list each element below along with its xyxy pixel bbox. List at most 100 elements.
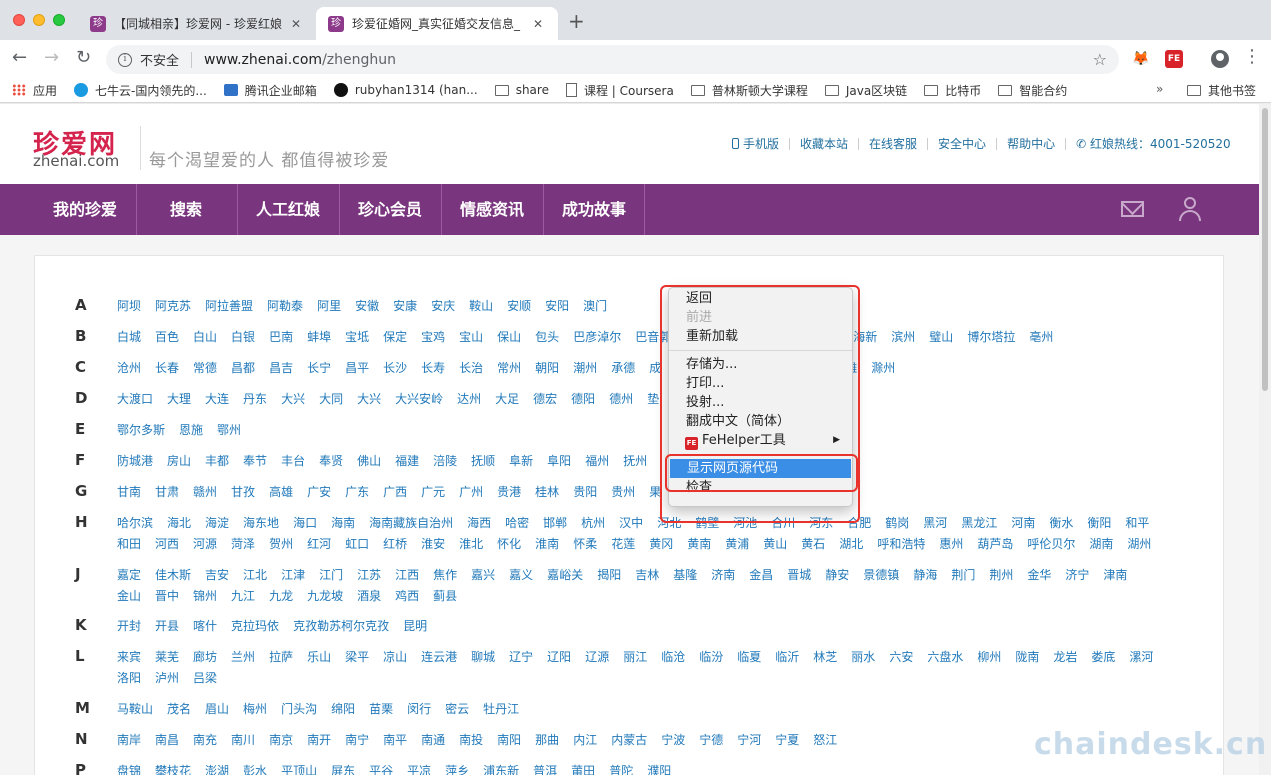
city-link[interactable]: 门头沟 bbox=[281, 699, 317, 720]
city-link[interactable]: 嘉义 bbox=[509, 565, 533, 586]
city-link[interactable]: 璧山 bbox=[929, 327, 953, 348]
bookmark-qiniu[interactable]: 七牛云-国内领先的... bbox=[74, 82, 207, 99]
city-link[interactable]: 甘孜 bbox=[231, 482, 255, 503]
city-link[interactable]: 黄冈 bbox=[649, 534, 673, 555]
city-link[interactable]: 安顺 bbox=[507, 296, 531, 317]
city-link[interactable]: 江门 bbox=[319, 565, 343, 586]
city-link[interactable]: 晋中 bbox=[155, 586, 179, 607]
city-link[interactable]: 兰州 bbox=[231, 647, 255, 668]
bookmark-star-icon[interactable]: ☆ bbox=[1093, 50, 1107, 69]
city-link[interactable]: 甘南 bbox=[117, 482, 141, 503]
city-link[interactable]: 德州 bbox=[609, 389, 633, 410]
city-link[interactable]: 滁州 bbox=[871, 358, 895, 379]
city-link[interactable]: 阿克苏 bbox=[155, 296, 191, 317]
city-link[interactable]: 江北 bbox=[243, 565, 267, 586]
city-link[interactable]: 宝坻 bbox=[345, 327, 369, 348]
city-link[interactable]: 泸州 bbox=[155, 668, 179, 689]
new-tab-button[interactable]: + bbox=[568, 11, 585, 31]
city-link[interactable]: 海口 bbox=[293, 513, 317, 534]
city-link[interactable]: 眉山 bbox=[205, 699, 229, 720]
city-link[interactable]: 葫芦岛 bbox=[977, 534, 1013, 555]
city-link[interactable]: 黄南 bbox=[687, 534, 711, 555]
city-link[interactable]: 淮北 bbox=[459, 534, 483, 555]
city-link[interactable]: 平谷 bbox=[369, 761, 393, 775]
city-link[interactable]: 喀什 bbox=[193, 616, 217, 637]
city-link[interactable]: 宝鸡 bbox=[421, 327, 445, 348]
city-link[interactable]: 开县 bbox=[155, 616, 179, 637]
city-link[interactable]: 昌吉 bbox=[269, 358, 293, 379]
city-link[interactable]: 九龙 bbox=[269, 586, 293, 607]
nav-success-stories[interactable]: 成功故事 bbox=[543, 184, 645, 235]
city-link[interactable]: 垫 bbox=[647, 389, 659, 410]
city-link[interactable]: 洛阳 bbox=[117, 668, 141, 689]
city-link[interactable]: 鸡西 bbox=[395, 586, 419, 607]
browser-tab[interactable]: 珍 【同城相亲】珍爱网 - 珍爱红娘 ✕ bbox=[78, 7, 316, 40]
city-link[interactable]: 和田 bbox=[117, 534, 141, 555]
city-link[interactable]: 嘉峪关 bbox=[547, 565, 583, 586]
city-link[interactable]: 宁波 bbox=[661, 730, 685, 751]
city-link[interactable]: 阜阳 bbox=[547, 451, 571, 472]
close-window-button[interactable] bbox=[13, 14, 25, 26]
city-link[interactable]: 甘肃 bbox=[155, 482, 179, 503]
city-link[interactable]: 滨州 bbox=[891, 327, 915, 348]
fox-extension-icon[interactable]: 🦊 bbox=[1132, 50, 1150, 68]
city-link[interactable]: 澳门 bbox=[583, 296, 607, 317]
city-link[interactable]: 怒江 bbox=[813, 730, 837, 751]
city-link[interactable]: 津南 bbox=[1103, 565, 1127, 586]
city-link[interactable]: 湖南 bbox=[1089, 534, 1113, 555]
city-link[interactable]: 南宁 bbox=[345, 730, 369, 751]
city-link[interactable]: 红河 bbox=[307, 534, 331, 555]
city-link[interactable]: 大同 bbox=[319, 389, 343, 410]
bookmark-share[interactable]: share bbox=[494, 83, 549, 97]
city-link[interactable]: 辽源 bbox=[585, 647, 609, 668]
city-link[interactable]: 苗栗 bbox=[369, 699, 393, 720]
city-link[interactable]: 和平 bbox=[1125, 513, 1149, 534]
city-link[interactable]: 菏泽 bbox=[231, 534, 255, 555]
city-link[interactable]: 常州 bbox=[497, 358, 521, 379]
city-link[interactable]: 济南 bbox=[711, 565, 735, 586]
city-link[interactable]: 邯郸 bbox=[543, 513, 567, 534]
city-link[interactable]: 嘉定 bbox=[117, 565, 141, 586]
city-link[interactable]: 大连 bbox=[205, 389, 229, 410]
city-link[interactable]: 河西 bbox=[155, 534, 179, 555]
city-link[interactable]: 阿勒泰 bbox=[267, 296, 303, 317]
city-link[interactable]: 巴南 bbox=[269, 327, 293, 348]
city-link[interactable]: 恩施 bbox=[179, 420, 203, 441]
bookmarks-overflow-button[interactable]: » bbox=[1156, 82, 1163, 96]
city-link[interactable]: 海南藏族自治州 bbox=[369, 513, 453, 534]
city-link[interactable]: 安康 bbox=[393, 296, 417, 317]
city-link[interactable]: 攀枝花 bbox=[155, 761, 191, 775]
forward-arrow-icon[interactable]: → bbox=[44, 49, 59, 67]
bookmark-java-blockchain[interactable]: Java区块链 bbox=[824, 82, 907, 99]
city-link[interactable]: 大兴安岭 bbox=[395, 389, 443, 410]
city-link[interactable]: 内江 bbox=[573, 730, 597, 751]
city-link[interactable]: 临沂 bbox=[775, 647, 799, 668]
top-link-mobile[interactable]: 手机版 bbox=[722, 138, 791, 150]
city-link[interactable]: 大足 bbox=[495, 389, 519, 410]
other-bookmarks[interactable]: 其他书签 bbox=[1187, 82, 1256, 99]
city-link[interactable]: 惠州 bbox=[939, 534, 963, 555]
city-link[interactable]: 九龙坡 bbox=[307, 586, 343, 607]
city-link[interactable]: 百色 bbox=[155, 327, 179, 348]
city-link[interactable]: 聊城 bbox=[471, 647, 495, 668]
city-link[interactable]: 宁夏 bbox=[775, 730, 799, 751]
city-link[interactable]: 阿里 bbox=[317, 296, 341, 317]
city-link[interactable]: 牡丹江 bbox=[483, 699, 519, 720]
city-link[interactable]: 安庆 bbox=[431, 296, 455, 317]
city-link[interactable]: 巴彦淖尔 bbox=[573, 327, 621, 348]
city-link[interactable]: 临夏 bbox=[737, 647, 761, 668]
city-link[interactable]: 漯河 bbox=[1129, 647, 1153, 668]
city-link[interactable]: 平凉 bbox=[407, 761, 431, 775]
address-bar[interactable]: i 不安全 www.zhenai.com/zhenghun ☆ bbox=[106, 45, 1119, 74]
city-link[interactable]: 柳州 bbox=[977, 647, 1001, 668]
page-scrollbar[interactable] bbox=[1259, 104, 1271, 775]
city-link[interactable]: 河源 bbox=[193, 534, 217, 555]
city-link[interactable]: 那曲 bbox=[535, 730, 559, 751]
city-link[interactable]: 德阳 bbox=[571, 389, 595, 410]
city-link[interactable]: 南京 bbox=[269, 730, 293, 751]
city-link[interactable]: 阜新 bbox=[509, 451, 533, 472]
city-link[interactable]: 金昌 bbox=[749, 565, 773, 586]
city-link[interactable]: 衡阳 bbox=[1087, 513, 1111, 534]
city-link[interactable]: 南充 bbox=[193, 730, 217, 751]
city-link[interactable]: 保定 bbox=[383, 327, 407, 348]
